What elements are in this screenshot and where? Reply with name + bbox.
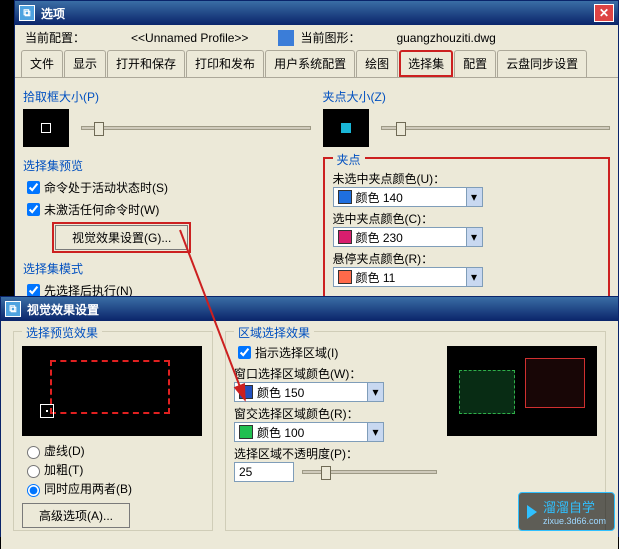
selected-grip-label: 选中夹点颜色(C)： (333, 210, 601, 227)
chevron-down-icon: ▾ (466, 188, 482, 206)
close-button[interactable]: ✕ (594, 4, 614, 22)
tab-file[interactable]: 文件 (21, 50, 63, 77)
tab-profiles[interactable]: 配置 (454, 50, 496, 77)
visualfx-titlebar: ⧉ 视觉效果设置 (1, 297, 618, 321)
chevron-down-icon: ▾ (466, 268, 482, 286)
opacity-label: 选择区域不透明度(P)： (234, 445, 437, 462)
options-titlebar: ⧉ 选项 ✕ (15, 1, 618, 25)
play-icon (527, 505, 537, 519)
advanced-options-button[interactable]: 高级选项(A)... (22, 503, 130, 528)
visualfx-title: 视觉效果设置 (27, 301, 99, 318)
area-preview-box (447, 346, 597, 436)
gripsize-slider[interactable] (381, 126, 611, 130)
unselected-grip-label: 未选中夹点颜色(U)： (333, 170, 601, 187)
tab-selection[interactable]: 选择集 (399, 50, 453, 77)
unselected-grip-color[interactable]: 颜色 140 ▾ (333, 187, 483, 207)
chk-active-cmd[interactable]: 命令处于活动状态时(S) (23, 178, 311, 197)
current-profile-label: 当前配置： (25, 29, 85, 46)
tab-display[interactable]: 显示 (64, 50, 106, 77)
tab-userpref[interactable]: 用户系统配置 (265, 50, 355, 77)
radio-dash[interactable]: 虚线(D) (22, 442, 204, 459)
window-area-color[interactable]: 颜色 150 ▾ (234, 382, 384, 402)
current-profile-value: <<Unnamed Profile>> (131, 31, 248, 45)
crossing-area-color-label: 窗交选择区域颜色(R)： (234, 405, 437, 422)
tab-cloud[interactable]: 云盘同步设置 (497, 50, 587, 77)
current-drawing-label: 当前图形： (300, 29, 360, 46)
chevron-down-icon: ▾ (466, 228, 482, 246)
sel-preview-effect-box (22, 346, 202, 436)
watermark-logo: 溜溜自学 zixue.3d66.com (518, 492, 615, 531)
pickbox-title: 拾取框大小(P) (23, 88, 311, 105)
radio-thick[interactable]: 加粗(T) (22, 461, 204, 478)
tab-opensave[interactable]: 打开和保存 (107, 50, 185, 77)
options-title: 选项 (41, 5, 65, 22)
chk-indicate-area[interactable]: 指示选择区域(I) (234, 343, 437, 362)
selpreview-title: 选择集预览 (23, 157, 311, 174)
pickbox-preview (23, 109, 69, 147)
hover-grip-color[interactable]: 颜色 11 ▾ (333, 267, 483, 287)
gripsize-title: 夹点大小(Z) (323, 88, 611, 105)
selected-grip-color[interactable]: 颜色 230 ▾ (333, 227, 483, 247)
crossing-area-color[interactable]: 颜色 100 ▾ (234, 422, 384, 442)
app-icon: ⧉ (5, 301, 21, 317)
hover-grip-label: 悬停夹点颜色(R)： (333, 250, 601, 267)
watermark-url: zixue.3d66.com (543, 516, 606, 526)
chk-no-cmd[interactable]: 未激活任何命令时(W) (23, 200, 311, 219)
window-area-color-label: 窗口选择区域颜色(W)： (234, 365, 437, 382)
sel-preview-effect-title: 选择预览效果 (22, 324, 102, 341)
gripsize-preview (323, 109, 369, 147)
grip-group-title: 夹点 (333, 151, 365, 168)
tab-plot[interactable]: 打印和发布 (186, 50, 264, 77)
drawing-icon (278, 30, 294, 46)
area-select-title: 区域选择效果 (234, 324, 314, 341)
tab-drafting[interactable]: 绘图 (356, 50, 398, 77)
app-icon: ⧉ (19, 5, 35, 21)
radio-both[interactable]: 同时应用两者(B) (22, 480, 204, 497)
opacity-input[interactable]: 25 (234, 462, 294, 482)
tab-strip: 文件 显示 打开和保存 打印和发布 用户系统配置 绘图 选择集 配置 云盘同步设… (15, 50, 618, 78)
opacity-slider[interactable] (302, 470, 437, 474)
chevron-down-icon: ▾ (367, 383, 383, 401)
current-drawing-value: guangzhouziti.dwg (396, 31, 495, 45)
visual-effect-button[interactable]: 视觉效果设置(G)... (55, 225, 188, 250)
watermark-brand: 溜溜自学 (543, 497, 606, 516)
pickbox-slider[interactable] (81, 126, 311, 130)
chevron-down-icon: ▾ (367, 423, 383, 441)
selmode-title: 选择集模式 (23, 260, 311, 277)
